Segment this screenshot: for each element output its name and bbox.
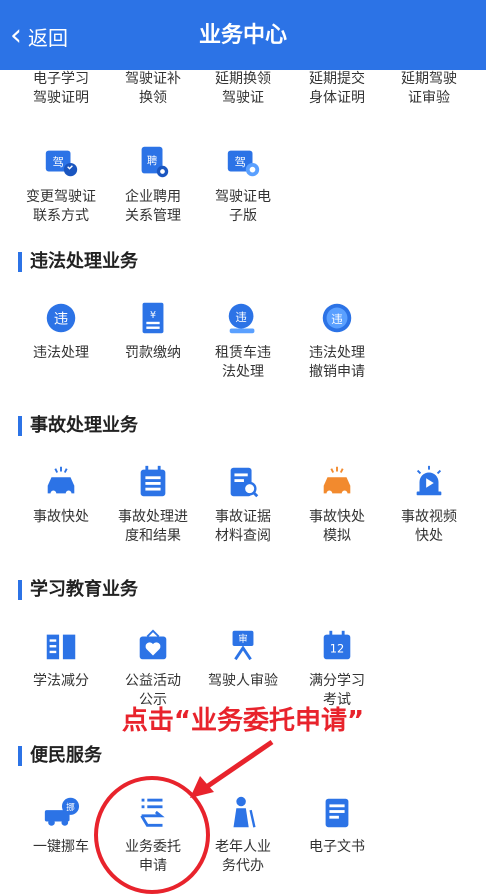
service-accident-quick[interactable]: 事故快处 bbox=[14, 460, 108, 527]
service-accident-simulate[interactable]: 事故快处 模拟 bbox=[290, 460, 384, 546]
service-move-car[interactable]: 挪 一键挪车 bbox=[14, 790, 108, 857]
service-label: 变更驾驶证 联系方式 bbox=[26, 189, 96, 224]
service-label: 电子学习 驾驶证明 bbox=[33, 71, 89, 106]
svg-text:12: 12 bbox=[330, 642, 345, 656]
service-violation-revoke[interactable]: 违 违法处理 撤销申请 bbox=[290, 296, 384, 382]
service-hire-manage[interactable]: 聘 企业聘用 关系管理 bbox=[106, 140, 200, 226]
receipt-icon: ¥ bbox=[131, 296, 175, 340]
instruction-annotation: 点击“业务委托申请” bbox=[121, 706, 365, 736]
service-label: 驾驶证电 子版 bbox=[215, 189, 271, 224]
review-stamp-icon: 审 bbox=[221, 624, 265, 668]
service-label: 老年人业 务代办 bbox=[215, 839, 271, 874]
service-label: 延期换领 驾驶证 bbox=[215, 71, 271, 106]
service-label: 企业聘用 关系管理 bbox=[125, 189, 181, 224]
service-fine-payment[interactable]: ¥ 罚款缴纳 bbox=[106, 296, 200, 363]
svg-text:驾: 驾 bbox=[234, 155, 245, 169]
calendar-icon bbox=[131, 460, 175, 504]
heart-sign-icon bbox=[131, 624, 175, 668]
service-e-license[interactable]: 驾 驾驶证电 子版 bbox=[196, 140, 290, 226]
section-title-accident: 事故处理业务 bbox=[18, 416, 138, 436]
svg-text:违: 违 bbox=[235, 310, 246, 324]
service-rental-violation[interactable]: 违 租赁车违 法处理 bbox=[196, 296, 290, 382]
svg-text:违: 违 bbox=[331, 312, 342, 326]
service-full-score-study[interactable]: 12 满分学习 考试 bbox=[290, 624, 384, 710]
service-label: 延期提交 身体证明 bbox=[309, 71, 365, 106]
service-label: 事故快处 bbox=[33, 509, 89, 525]
service-label: 事故视频 快处 bbox=[401, 509, 457, 544]
service-driver-review[interactable]: 审 驾驶人审验 bbox=[196, 624, 290, 691]
car-crash-icon bbox=[39, 460, 83, 504]
highlight-circle bbox=[94, 776, 210, 894]
service-label: 驾驶人审验 bbox=[208, 673, 278, 689]
service-label: 学法减分 bbox=[33, 673, 89, 689]
service-change-contact[interactable]: 驾 变更驾驶证 联系方式 bbox=[14, 140, 108, 226]
svg-text:挪: 挪 bbox=[66, 801, 75, 813]
svg-text:审: 审 bbox=[238, 633, 248, 645]
service-label: 延期驾驶 证审验 bbox=[401, 71, 457, 106]
service-accident-evidence[interactable]: 事故证据 材料查阅 bbox=[196, 460, 290, 546]
service-label: 驾驶证补 换领 bbox=[125, 71, 181, 106]
service-label: 事故证据 材料查阅 bbox=[215, 509, 271, 544]
e-license-icon: 驾 bbox=[221, 140, 265, 184]
tow-truck-icon: 挪 bbox=[39, 790, 83, 834]
service-e-document[interactable]: 电子文书 bbox=[290, 790, 384, 857]
service-extend-license[interactable]: 延期换领 驾驶证 bbox=[196, 70, 290, 108]
section-title-education: 学习教育业务 bbox=[18, 580, 138, 600]
service-label: 罚款缴纳 bbox=[125, 345, 181, 361]
service-label: 电子文书 bbox=[309, 839, 365, 855]
service-label: 违法处理 bbox=[33, 345, 89, 361]
score-12-icon: 12 bbox=[315, 624, 359, 668]
svg-text:驾: 驾 bbox=[52, 155, 63, 169]
header-bar: ‹ 返回 业务中心 bbox=[0, 0, 486, 70]
rental-violation-icon: 违 bbox=[221, 296, 265, 340]
document-search-icon bbox=[221, 460, 265, 504]
e-document-icon bbox=[315, 790, 359, 834]
svg-text:聘: 聘 bbox=[147, 154, 158, 167]
service-violation-handle[interactable]: 违 违法处理 bbox=[14, 296, 108, 363]
service-public-activity[interactable]: 公益活动 公示 bbox=[106, 624, 200, 710]
service-extend-health[interactable]: 延期提交 身体证明 bbox=[290, 70, 384, 108]
svg-text:¥: ¥ bbox=[150, 310, 156, 321]
service-accident-video[interactable]: 事故视频 快处 bbox=[382, 460, 476, 546]
page-title: 业务中心 bbox=[198, 23, 287, 48]
service-label: 违法处理 撤销申请 bbox=[309, 345, 365, 380]
violation-icon: 违 bbox=[39, 296, 83, 340]
service-study-deduct[interactable]: 学法减分 bbox=[14, 624, 108, 691]
service-label: 租赁车违 法处理 bbox=[215, 345, 271, 380]
section-title-convenience: 便民服务 bbox=[18, 746, 102, 766]
svg-text:违: 违 bbox=[54, 311, 68, 328]
book-icon bbox=[39, 624, 83, 668]
service-label: 事故处理进 度和结果 bbox=[118, 509, 188, 544]
hire-doc-icon: 聘 bbox=[131, 140, 175, 184]
service-extend-review[interactable]: 延期驾驶 证审验 bbox=[382, 70, 476, 108]
service-label: 事故快处 模拟 bbox=[309, 509, 365, 544]
car-crash-orange-icon bbox=[315, 460, 359, 504]
license-phone-icon: 驾 bbox=[39, 140, 83, 184]
service-accident-progress[interactable]: 事故处理进 度和结果 bbox=[106, 460, 200, 546]
service-e-learning-proof[interactable]: 电子学习 驾驶证明 bbox=[14, 70, 108, 108]
revoke-icon: 违 bbox=[315, 296, 359, 340]
service-license-replace[interactable]: 驾驶证补 换领 bbox=[106, 70, 200, 108]
section-title-violation: 违法处理业务 bbox=[18, 252, 138, 272]
video-alarm-icon bbox=[407, 460, 451, 504]
